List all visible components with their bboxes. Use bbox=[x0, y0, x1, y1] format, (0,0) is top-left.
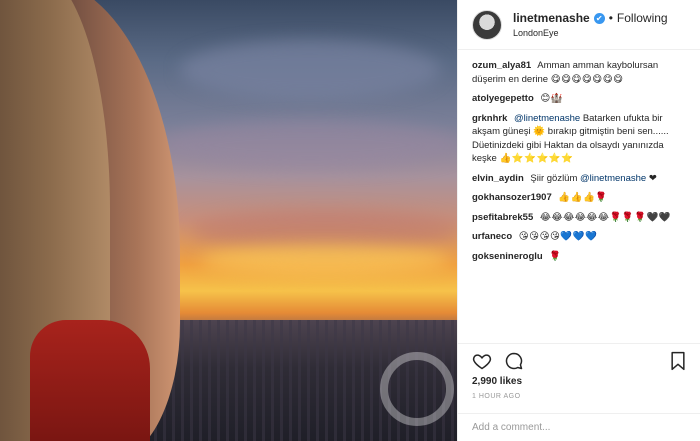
comment-bubble-icon[interactable] bbox=[504, 351, 524, 371]
cloud-shape bbox=[160, 120, 457, 170]
comment-item: atolyegepetto 😊🏰 bbox=[472, 92, 691, 106]
likes-count[interactable]: 2,990 likes bbox=[472, 376, 687, 387]
cloud-shape bbox=[190, 210, 457, 250]
heart-icon[interactable] bbox=[472, 351, 492, 371]
separator-dot: • bbox=[608, 11, 613, 25]
comment-emoji: 👍👍👍🌹 bbox=[558, 192, 608, 203]
comment-text: Şiir gözlüm bbox=[530, 172, 578, 184]
verified-badge-icon: ✔ bbox=[593, 12, 605, 24]
comment-emoji: 😋😋😋😋😋😋😋 bbox=[550, 73, 624, 85]
watermark-logo bbox=[380, 352, 454, 426]
post-photo[interactable] bbox=[0, 0, 457, 441]
comment-username[interactable]: atolyegepetto bbox=[472, 93, 534, 104]
comment-item: ozum_alya81 Amman amman kaybolursan düşe… bbox=[472, 59, 691, 86]
comment-item: goksenineroglu 🌹 bbox=[472, 250, 691, 264]
comment-username[interactable]: psefitabrek55 bbox=[472, 212, 533, 223]
comment-emoji: 👍⭐⭐⭐⭐⭐ bbox=[499, 153, 574, 164]
comment-username[interactable]: urfaneco bbox=[472, 231, 512, 242]
comment-mention[interactable]: @linetmenashe bbox=[580, 173, 646, 184]
comment-username[interactable]: goksenineroglu bbox=[472, 251, 543, 262]
avatar[interactable] bbox=[472, 9, 502, 40]
location-link[interactable]: LondonEye bbox=[513, 28, 668, 38]
add-comment-input[interactable]: Add a comment... bbox=[458, 413, 700, 441]
post-username[interactable]: linetmenashe bbox=[513, 11, 590, 25]
comment-item: urfaneco 😘😘😘😘💙💙💙 bbox=[472, 230, 691, 244]
comment-emoji: ❤ bbox=[648, 172, 658, 184]
comment-emoji: 😘😘😘😘💙💙💙 bbox=[518, 231, 598, 242]
comment-item: gokhansozer1907 👍👍👍🌹 bbox=[472, 191, 691, 205]
comment-username[interactable]: gokhansozer1907 bbox=[472, 192, 552, 203]
comment-item: grknhrk @linetmenashe Batarken ufukta bi… bbox=[472, 112, 691, 166]
sunset-glow bbox=[200, 245, 450, 275]
cloud-shape bbox=[180, 40, 440, 100]
comment-emoji: 😊🏰 bbox=[540, 93, 564, 104]
comment-emoji: 🌹 bbox=[549, 250, 562, 262]
comment-item: psefitabrek55 😂😂😂😂😂😂🌹🌹🌹🖤🖤 bbox=[472, 211, 691, 225]
comment-mention[interactable]: @linetmenashe bbox=[514, 113, 580, 124]
post-timestamp: 1 HOUR AGO bbox=[472, 393, 521, 400]
comment-username[interactable]: elvin_aydin bbox=[472, 173, 524, 184]
comment-username[interactable]: ozum_alya81 bbox=[472, 60, 531, 71]
comment-emoji: 😂😂😂😂😂😂🌹🌹🌹🖤🖤 bbox=[539, 211, 672, 223]
comment-username[interactable]: grknhrk bbox=[472, 113, 507, 124]
red-scarf bbox=[30, 320, 150, 441]
post-header: linetmenashe ✔ • Following LondonEye bbox=[458, 0, 700, 50]
following-button[interactable]: Following bbox=[617, 11, 668, 25]
comments-list: ozum_alya81 Amman amman kaybolursan düşe… bbox=[458, 51, 700, 341]
comment-item: elvin_aydin Şiir gözlüm @linetmenashe ❤ bbox=[472, 172, 691, 186]
bookmark-icon[interactable] bbox=[669, 351, 687, 371]
post-side-panel: linetmenashe ✔ • Following LondonEye ozu… bbox=[457, 0, 700, 441]
